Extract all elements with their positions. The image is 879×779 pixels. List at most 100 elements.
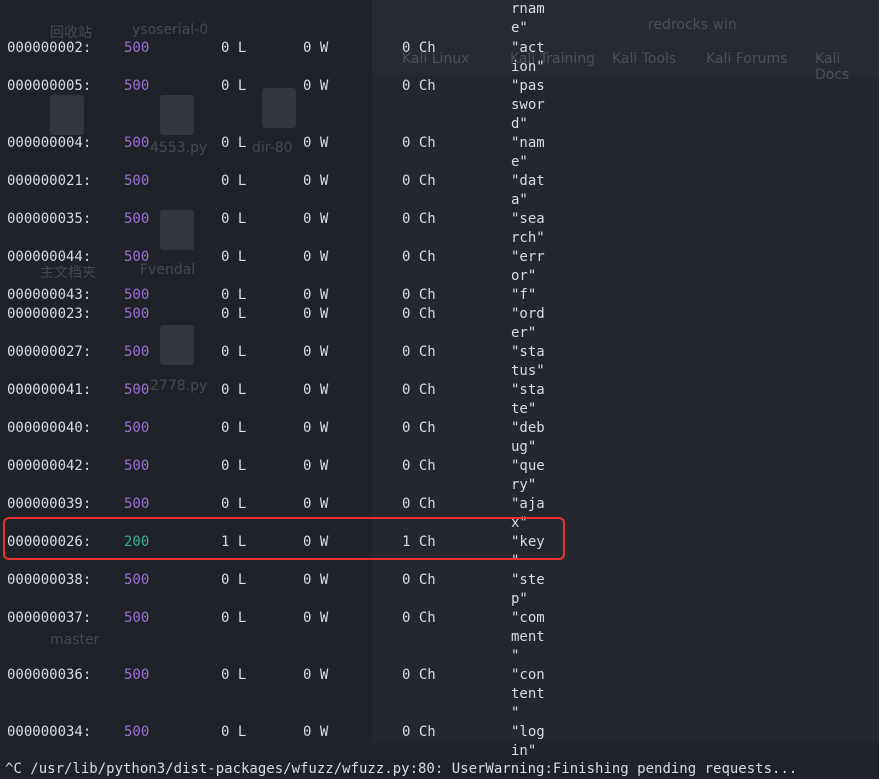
line-count: 0 L xyxy=(221,306,247,322)
word-count: 0 W xyxy=(303,306,329,322)
line-count: 0 L xyxy=(221,135,247,151)
request-id: 000000040: xyxy=(7,420,92,436)
payload: "query" xyxy=(511,458,545,493)
line-count: 0 L xyxy=(221,572,247,588)
char-count: 0 Ch xyxy=(402,667,436,683)
char-count: 0 Ch xyxy=(402,173,436,189)
payload: "state" xyxy=(511,382,545,417)
payload: "content " xyxy=(511,667,545,721)
status-message: ^C /usr/lib/python3/dist-packages/wfuzz/… xyxy=(5,761,798,777)
terminal-output-fragment: rnam e" xyxy=(0,0,545,38)
word-count: 0 W xyxy=(303,135,329,151)
word-count: 0 W xyxy=(303,173,329,189)
response-code: 500 xyxy=(124,287,150,303)
char-count: 0 Ch xyxy=(402,287,436,303)
char-count: 0 Ch xyxy=(402,458,436,474)
char-count: 0 Ch xyxy=(402,306,436,322)
word-count: 0 W xyxy=(303,496,329,512)
request-id: 000000037: xyxy=(7,610,92,626)
response-code: 500 xyxy=(124,382,150,398)
word-count: 0 W xyxy=(303,249,329,265)
payload: "passwor d" xyxy=(511,78,545,132)
line-count: 0 L xyxy=(221,211,247,227)
char-count: 0 Ch xyxy=(402,135,436,151)
line-count: 0 L xyxy=(221,667,247,683)
payload: "login" xyxy=(511,724,545,759)
line-count: 0 L xyxy=(221,382,247,398)
payload: "step" xyxy=(511,572,545,607)
char-count: 0 Ch xyxy=(402,724,436,740)
char-count: 0 Ch xyxy=(402,211,436,227)
payload: "error" xyxy=(511,249,545,284)
word-count: 0 W xyxy=(303,610,329,626)
word-count: 0 W xyxy=(303,211,329,227)
line-count: 0 L xyxy=(221,458,247,474)
terminal-window[interactable]: rnam e" 000000002: 500 0 L 0 W 0 Ch "action" 0… xyxy=(0,0,879,777)
response-code: 500 xyxy=(124,173,150,189)
line-count: 0 L xyxy=(221,40,247,56)
response-code: 500 xyxy=(124,211,150,227)
response-code: 500 xyxy=(124,724,150,740)
payload: "comment " xyxy=(511,610,545,664)
request-id: 000000002: xyxy=(7,40,92,56)
line-count: 0 L xyxy=(221,420,247,436)
request-id: 000000044: xyxy=(7,249,92,265)
request-id: 000000005: xyxy=(7,78,92,94)
request-id: 000000038: xyxy=(7,572,92,588)
response-code: 500 xyxy=(124,667,150,683)
response-code: 500 xyxy=(124,420,150,436)
payload: "search" xyxy=(511,211,545,246)
word-count: 0 W xyxy=(303,382,329,398)
word-count: 0 W xyxy=(303,40,329,56)
line-count: 0 L xyxy=(221,344,247,360)
char-count: 0 Ch xyxy=(402,344,436,360)
word-count: 0 W xyxy=(303,287,329,303)
char-count: 0 Ch xyxy=(402,610,436,626)
request-id: 000000023: xyxy=(7,306,92,322)
response-code: 500 xyxy=(124,496,150,512)
request-id: 000000041: xyxy=(7,382,92,398)
request-id: 000000035: xyxy=(7,211,92,227)
response-code: 500 xyxy=(124,135,150,151)
request-id: 000000034: xyxy=(7,724,92,740)
line-count: 0 L xyxy=(221,287,247,303)
char-count: 0 Ch xyxy=(402,420,436,436)
response-code: 500 xyxy=(124,40,150,56)
highlight-box xyxy=(3,517,565,560)
char-count: 0 Ch xyxy=(402,78,436,94)
payload: "name" xyxy=(511,135,545,170)
response-code: 500 xyxy=(124,572,150,588)
line-count: 0 L xyxy=(221,724,247,740)
char-count: 0 Ch xyxy=(402,572,436,588)
line-count: 0 L xyxy=(221,496,247,512)
request-id: 000000004: xyxy=(7,135,92,151)
line-count: 0 L xyxy=(221,249,247,265)
line-count: 0 L xyxy=(221,610,247,626)
response-code: 500 xyxy=(124,78,150,94)
word-count: 0 W xyxy=(303,344,329,360)
request-id: 000000027: xyxy=(7,344,92,360)
word-count: 0 W xyxy=(303,458,329,474)
char-count: 0 Ch xyxy=(402,496,436,512)
request-id: 000000021: xyxy=(7,173,92,189)
response-code: 500 xyxy=(124,610,150,626)
payload-fragment: rnam e" xyxy=(511,1,545,36)
char-count: 0 Ch xyxy=(402,382,436,398)
line-count: 0 L xyxy=(221,78,247,94)
response-code: 500 xyxy=(124,249,150,265)
response-code: 500 xyxy=(124,458,150,474)
char-count: 0 Ch xyxy=(402,249,436,265)
request-id: 000000042: xyxy=(7,458,92,474)
word-count: 0 W xyxy=(303,78,329,94)
request-id: 000000043: xyxy=(7,287,92,303)
response-code: 500 xyxy=(124,306,150,322)
char-count: 0 Ch xyxy=(402,40,436,56)
request-id: 000000036: xyxy=(7,667,92,683)
payload: "data" xyxy=(511,173,545,208)
response-code: 500 xyxy=(124,344,150,360)
request-id: 000000039: xyxy=(7,496,92,512)
payload: "action" xyxy=(511,40,545,75)
line-count: 0 L xyxy=(221,173,247,189)
word-count: 0 W xyxy=(303,572,329,588)
word-count: 0 W xyxy=(303,667,329,683)
